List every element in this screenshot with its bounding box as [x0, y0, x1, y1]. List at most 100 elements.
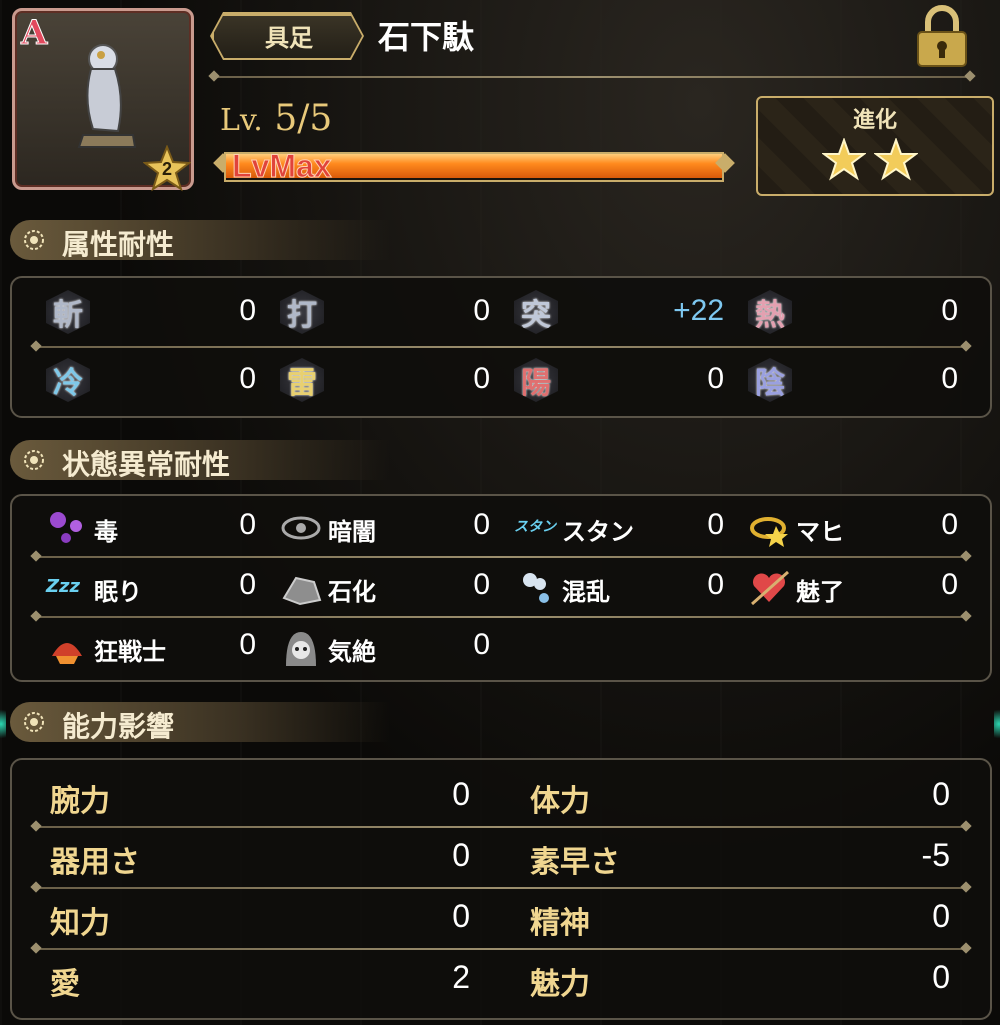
status-value: 0: [239, 568, 256, 601]
rarity-star-badge: [143, 145, 191, 192]
status-label: 魅了: [796, 578, 844, 606]
status-value: 0: [473, 568, 490, 601]
attribute-value: +22: [673, 294, 724, 327]
type-tag: 具足: [212, 14, 362, 58]
status-cell: 気絶 0: [280, 622, 490, 672]
ability-label: 腕力: [50, 784, 110, 819]
stun-icon: スタン: [514, 519, 556, 535]
attribute-icon: 陽: [514, 358, 558, 402]
attribute-value: 0: [707, 362, 724, 395]
ability-label: 精神: [530, 906, 590, 941]
berserk-icon: [52, 643, 82, 664]
ability-label: 知力: [50, 906, 110, 941]
ability-value: 0: [452, 776, 470, 812]
attribute-icon: 冷: [46, 358, 90, 402]
xp-bar: LvMax: [213, 148, 735, 185]
darkness-eye-icon: [281, 516, 321, 540]
item-portrait[interactable]: A 2: [12, 8, 194, 192]
row-divider: [36, 616, 966, 618]
status-label: 石化: [328, 578, 376, 606]
paralysis-icon: [750, 517, 788, 547]
right-edge-glow: [994, 704, 1000, 744]
attribute-value: 0: [473, 362, 490, 395]
status-value: 0: [473, 508, 490, 541]
ability-value: 0: [452, 898, 470, 934]
status-resistance-panel: 毒 0 暗闇 0 スタン スタン 0 マヒ 0 Zzz 眠り 0 石化 0 混乱 0 魅了 0 狂戦士 0 気絶 0: [10, 494, 992, 682]
rank-letter: A: [20, 13, 48, 54]
sleep-icon: Zzz: [46, 576, 81, 597]
status-label: スタン: [562, 518, 634, 546]
attribute-cell: 突 +22: [514, 288, 724, 338]
status-cell: 毒0: [46, 502, 256, 552]
status-cell: マヒ 0: [748, 502, 958, 552]
lock-icon[interactable]: [912, 4, 972, 70]
faint-skull-icon: [286, 632, 316, 666]
row-divider: [36, 826, 966, 828]
confusion-icon: [523, 573, 549, 603]
status-label: 狂戦士: [94, 638, 166, 666]
status-value: 0: [239, 508, 256, 541]
row-divider: [36, 887, 966, 889]
ability-label: 愛: [50, 967, 80, 1002]
ability-effects-title: 能力影響: [62, 710, 175, 743]
ability-effects-header: 能力影響: [10, 702, 390, 743]
gear-icon: [24, 450, 44, 470]
attribute-resistance-title: 属性耐性: [62, 228, 175, 261]
attribute-resistance-panel: 斬 0 打 0 突 +22 熱 0 冷 0 雷 0 陽 0 陰 0: [10, 276, 992, 418]
status-cell: 暗闇 0: [280, 502, 490, 552]
status-label: 気絶: [328, 638, 376, 666]
ability-value: -5: [921, 837, 950, 873]
attribute-cell: 冷0: [46, 356, 256, 406]
status-value: 0: [707, 508, 724, 541]
attribute-value: 0: [239, 294, 256, 327]
level-display: Lv. 5/5: [220, 98, 332, 139]
ability-label: 魅力: [530, 967, 590, 1002]
attribute-cell: 打0: [280, 288, 490, 338]
ability-value: 0: [452, 837, 470, 873]
level-prefix: Lv.: [220, 103, 263, 138]
status-value: 0: [239, 628, 256, 661]
ability-label: 器用さ: [50, 845, 140, 880]
row-divider: [36, 346, 966, 348]
status-label: 暗闇: [328, 518, 376, 546]
status-value: 0: [473, 628, 490, 661]
status-cell: 魅了 0: [748, 562, 958, 612]
ability-effects-panel: 腕力 0 体力 0 器用さ 0 素早さ -5 知力 0 精神 0 愛 2 魅力 0: [10, 758, 992, 1020]
row-divider: [36, 556, 966, 558]
charm-heart-icon: [751, 570, 789, 606]
xp-bar-text: LvMax: [232, 148, 333, 185]
gear-icon: [24, 230, 44, 250]
attribute-cell: 陰0: [748, 356, 958, 406]
status-cell: 石化 0: [280, 562, 490, 612]
level-value: 5/5: [274, 98, 333, 139]
gear-icon: [24, 712, 44, 732]
attribute-icon: 突: [514, 290, 558, 334]
attribute-resistance-header: 属性耐性: [10, 220, 390, 261]
ability-label: 体力: [530, 784, 590, 819]
attribute-icon: 雷: [280, 358, 324, 402]
evolution-star-icon: [821, 137, 867, 181]
status-label: 眠り: [94, 578, 142, 606]
ability-value: 0: [932, 898, 950, 934]
ability-value: 0: [932, 776, 950, 812]
status-label: マヒ: [796, 518, 844, 546]
poison-icon: [50, 512, 82, 543]
header-divider: [214, 76, 970, 78]
attribute-cell: 熱0: [748, 288, 958, 338]
status-value: 0: [941, 568, 958, 601]
row-divider: [36, 948, 966, 950]
attribute-icon: 陰: [748, 358, 792, 402]
petrify-icon: [282, 576, 322, 606]
evolution-panel[interactable]: 進化: [756, 96, 994, 196]
geta-armor-image: [77, 44, 137, 148]
status-resistance-header: 状態異常耐性: [10, 440, 390, 481]
evolution-label: 進化: [852, 108, 897, 133]
item-name: 石下駄: [378, 18, 475, 56]
attribute-value: 0: [239, 362, 256, 395]
status-value: 0: [707, 568, 724, 601]
ability-value: 0: [932, 959, 950, 995]
attribute-icon: 斬: [46, 290, 90, 334]
attribute-cell: 斬0: [46, 288, 256, 338]
attribute-icon: 熱: [748, 290, 792, 334]
ability-value: 2: [452, 959, 470, 995]
